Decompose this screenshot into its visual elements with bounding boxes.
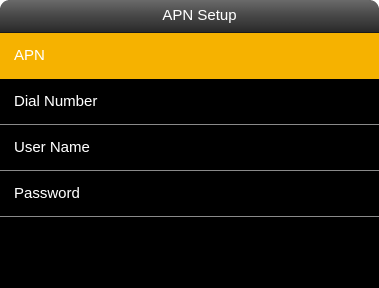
menu-item-label: User Name xyxy=(14,139,90,156)
device-screen: APN Setup APN Dial Number User Name Pass… xyxy=(0,0,379,288)
page-title: APN Setup xyxy=(162,7,237,24)
menu-item-label: APN xyxy=(14,47,45,64)
menu-item-password[interactable]: Password xyxy=(0,171,379,217)
menu-item-label: Password xyxy=(14,185,80,202)
apn-menu: APN Dial Number User Name Password xyxy=(0,33,379,217)
title-bar: APN Setup xyxy=(0,0,379,33)
menu-item-apn[interactable]: APN xyxy=(0,33,379,79)
menu-item-label: Dial Number xyxy=(14,93,98,110)
menu-item-dial-number[interactable]: Dial Number xyxy=(0,79,379,125)
menu-item-user-name[interactable]: User Name xyxy=(0,125,379,171)
